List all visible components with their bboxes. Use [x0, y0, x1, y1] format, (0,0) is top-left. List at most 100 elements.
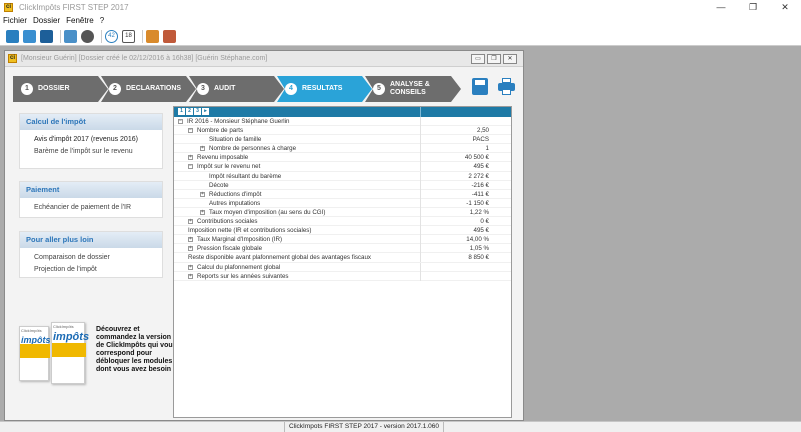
product-box-band [52, 343, 86, 357]
close-button[interactable]: ✕ [769, 0, 801, 14]
table-row[interactable]: Reste disponible avant plafonnement glob… [174, 253, 511, 263]
level-2-button[interactable]: 2 [186, 108, 193, 115]
step-analyse-conseils[interactable]: 5 ANALYSE & CONSEILS [365, 76, 461, 102]
collapse-icon[interactable]: − [178, 119, 183, 124]
link-bareme[interactable]: Barème de l'impôt sur le revenu [20, 145, 162, 157]
table-row[interactable]: + Réductions d'impôt -411 € [174, 189, 511, 199]
help-42-icon[interactable]: 42 [105, 29, 118, 43]
table-row[interactable]: Situation de famille PACS [174, 135, 511, 145]
row-label: Autres imputations [209, 199, 261, 207]
menu-help[interactable]: ? [100, 16, 104, 25]
link-comparaison[interactable]: Comparaison de dossier [20, 248, 162, 263]
row-value: 0 € [480, 218, 489, 226]
expand-icon[interactable]: + [188, 219, 193, 225]
row-label: Pression fiscale globale [197, 245, 263, 253]
menu-fichier[interactable]: Fichier [3, 16, 27, 25]
column-divider [420, 126, 421, 136]
expand-icon[interactable]: + [188, 155, 193, 161]
row-label: IR 2016 - Monsieur Stéphane Guerlin [187, 118, 290, 125]
child-minimize-button[interactable]: ▭ [471, 54, 485, 64]
table-row[interactable]: Décote -216 € [174, 180, 511, 190]
table-row[interactable]: Imposition nette (IR et contributions so… [174, 226, 511, 236]
table-row[interactable]: − Impôt sur le revenu net 495 € [174, 162, 511, 172]
step-audit[interactable]: 3 AUDIT [189, 76, 284, 102]
column-divider [420, 226, 421, 236]
collapse-icon[interactable]: − [188, 164, 193, 170]
dossier-window-title: [Monsieur Guérin] [Dossier créé le 02/12… [21, 55, 268, 62]
table-row[interactable]: + Taux moyen d'imposition (au sens du CGI… [174, 207, 511, 218]
table-row[interactable]: + Taux Marginal d'Imposition (IR) 14,00 % [174, 235, 511, 245]
info-icon[interactable] [81, 29, 94, 43]
table-row[interactable]: − Nombre de parts 2,50 [174, 126, 511, 136]
row-label: Imposition nette (IR et contributions so… [188, 227, 312, 235]
step-declarations[interactable]: 2 DECLARATIONS [101, 76, 196, 102]
calendar-18-icon[interactable]: 18 [122, 29, 135, 43]
minimize-button[interactable]: — [705, 0, 737, 14]
level-3-button[interactable]: 3 [194, 108, 201, 115]
step-dossier[interactable]: 1 DOSSIER [13, 76, 108, 102]
expand-icon[interactable]: + [188, 246, 193, 252]
table-row[interactable]: + Contributions sociales 0 € [174, 217, 511, 227]
row-value: 2 272 € [468, 172, 489, 180]
table-row[interactable]: + Revenu imposable 40 500 € [174, 153, 511, 163]
step-number: 1 [21, 83, 33, 95]
row-value: 1,05 % [469, 245, 489, 253]
step-label: DOSSIER [38, 85, 70, 92]
table-row[interactable]: + Pression fiscale globale 1,05 % [174, 244, 511, 254]
table-row[interactable]: Autres imputations -1 150 € [174, 198, 511, 208]
open-folder-icon[interactable] [23, 29, 36, 43]
grid-level-tools: 1 2 3 ▸ [178, 108, 210, 115]
product-box-image: ClickImpôts impôts [51, 322, 89, 384]
edit-pencil-icon[interactable] [146, 29, 159, 43]
new-file-icon[interactable] [6, 29, 19, 43]
panel-paiement: Paiement Echéancier de paiement de l'IR [19, 181, 163, 218]
grid-rows: − IR 2016 - Monsieur Stéphane Guerlin − Nom… [174, 117, 511, 281]
expand-icon[interactable]: + [188, 273, 193, 279]
expand-icon[interactable]: + [200, 191, 205, 197]
row-value: 8 850 € [468, 254, 489, 262]
menu-dossier[interactable]: Dossier [33, 16, 60, 25]
status-bar: ClickImpots FIRST STEP 2017 - version 20… [0, 421, 801, 432]
level-1-button[interactable]: 1 [178, 108, 185, 115]
status-text: ClickImpots FIRST STEP 2017 - version 20… [284, 422, 444, 432]
expand-icon[interactable]: + [200, 209, 205, 215]
link-echeancier[interactable]: Echéancier de paiement de l'IR [20, 198, 162, 213]
link-avis-impot[interactable]: Avis d'impôt 2017 (revenus 2016) [20, 130, 162, 145]
column-divider [420, 207, 421, 217]
collapse-icon[interactable]: − [188, 128, 193, 134]
maximize-button[interactable]: ❐ [737, 0, 769, 14]
step-label: DECLARATIONS [126, 85, 182, 92]
results-tree-grid[interactable]: 1 2 3 ▸ − IR 2016 - Monsieur Stéphane Gue… [173, 106, 512, 418]
toolbar-separator [60, 29, 61, 43]
save-dossier-icon[interactable] [472, 78, 488, 95]
child-restore-button[interactable]: ❐ [487, 54, 501, 64]
expand-icon[interactable]: + [188, 237, 193, 243]
table-row[interactable]: + Reports sur les années suivantes [174, 271, 511, 281]
table-row[interactable]: Impôt résultant du barème 2 272 € [174, 171, 511, 181]
expand-icon[interactable]: + [200, 146, 205, 152]
row-label: Contributions sociales [197, 218, 258, 226]
child-close-button[interactable]: ✕ [503, 54, 517, 64]
link-projection[interactable]: Projection de l'impôt [20, 263, 162, 275]
table-row[interactable]: + Calcul du plafonnement global [174, 262, 511, 272]
toolbar: 42 18 [0, 27, 801, 46]
save-icon[interactable] [40, 29, 53, 43]
row-value: -216 € [471, 181, 489, 189]
row-value: -1 150 € [466, 199, 489, 207]
promo-banner[interactable]: ClickImpôts impôts ClickImpôts impôts Dé… [19, 318, 179, 413]
promo-text[interactable]: Découvrez et commandez la version de Cli… [96, 326, 178, 374]
print-icon[interactable] [64, 29, 77, 43]
print-dossier-icon[interactable] [498, 78, 515, 95]
menu-bar: Fichier Dossier Fenêtre ? [0, 14, 801, 27]
row-label: Taux moyen d'imposition (au sens du CGI) [209, 208, 326, 216]
table-row[interactable]: + Nombre de personnes à charge 1 [174, 144, 511, 154]
table-row[interactable]: − IR 2016 - Monsieur Stéphane Guerlin [174, 117, 511, 127]
menu-fenetre[interactable]: Fenêtre [66, 16, 94, 25]
expand-icon[interactable]: + [188, 264, 193, 270]
app-logo-icon: ci [4, 2, 13, 12]
step-label: AUDIT [214, 85, 236, 92]
panel-plus-loin: Pour aller plus loin Comparaison de doss… [19, 231, 163, 278]
expand-arrow-icon[interactable]: ▸ [202, 108, 209, 115]
tools-icon[interactable] [163, 29, 176, 43]
step-resultats[interactable]: 4 RESULTATS [277, 76, 372, 102]
